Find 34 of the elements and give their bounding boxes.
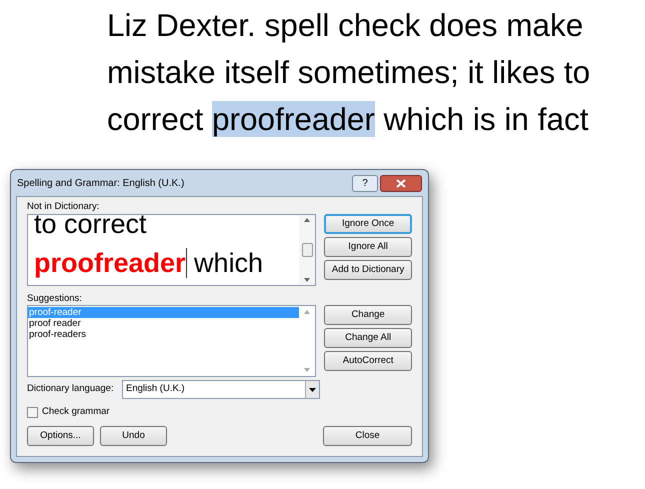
scroll-down-icon [304,368,310,372]
close-icon [396,178,406,188]
check-grammar-label: Check grammar [42,404,110,419]
dropdown-arrow-icon [309,388,316,392]
action-button[interactable]: Ignore Once [324,214,412,234]
suggestions-label: Suggestions: [27,292,83,305]
sentence-line: to correct [34,215,148,241]
action-button[interactable]: Add to Dictionary [324,260,412,280]
sentence-line: proofreader which [34,247,264,280]
scroll-down-icon [304,278,310,282]
change-button[interactable]: AutoCorrect [324,351,412,371]
scroll-up-icon [304,310,310,314]
check-grammar-checkbox[interactable] [27,406,38,418]
scroll-thumb[interactable] [302,243,313,257]
close-dialog-button[interactable]: Close [323,426,412,446]
dialog-button[interactable]: Undo [100,426,167,446]
window-title: Spelling and Grammar: English (U.K.) [17,176,186,190]
document-paragraph: Liz Dexter. spell check does make mistake itself sometimes; it likes to correct proofreader which is in fact [107,6,592,139]
change-button[interactable]: Change [324,305,412,325]
not-in-dictionary-label: Not in Dictionary: [27,200,100,214]
help-button[interactable]: ? [352,174,378,192]
action-button[interactable]: Ignore All [324,237,412,257]
dictionary-language-label: Dictionary language: [27,382,115,396]
language-dropdown[interactable]: English (U.K.) [122,380,320,399]
suggestions-list[interactable]: proof-reader proof reader proof-readers [27,305,316,377]
change-button[interactable]: Change All [324,328,412,348]
dialog-button[interactable]: Options... [27,426,94,446]
suggestion-item[interactable]: proof reader [28,318,300,329]
sentence-text-area[interactable]: to correct proofreader which [27,214,316,286]
scrollbar[interactable] [299,215,316,285]
close-button[interactable] [380,174,422,192]
dropdown-button[interactable] [305,381,319,398]
scroll-up-icon [304,218,310,222]
suggestion-item[interactable]: proof-readers [28,329,300,340]
